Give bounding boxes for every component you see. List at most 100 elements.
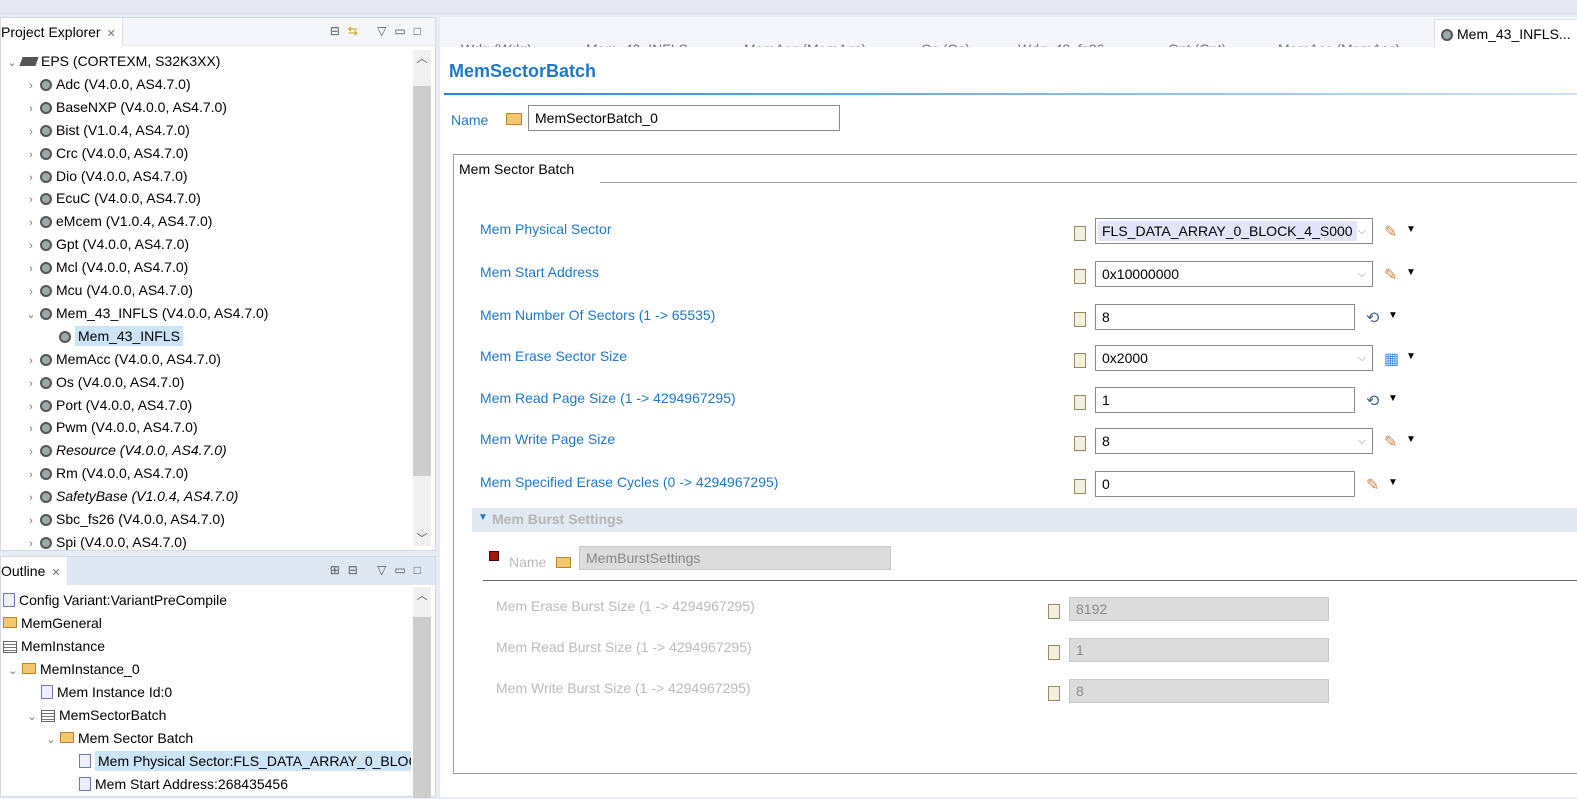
param-input[interactable]: 8 — [1095, 304, 1355, 330]
tree-item[interactable]: › SafetyBase (V1.0.4, AS4.7.0) — [24, 485, 238, 507]
chevron-right-icon[interactable]: › — [24, 487, 38, 509]
tree-item[interactable]: MemInstance — [1, 635, 105, 657]
tree-item[interactable]: › Rm (V4.0.0, AS4.7.0) — [24, 462, 188, 484]
chevron-right-icon[interactable]: › — [24, 212, 38, 234]
link-editor-icon[interactable]: ⇆ — [348, 24, 366, 38]
chevron-down-icon[interactable]: ⌵ — [1358, 346, 1366, 370]
tree-item[interactable]: MemGeneral — [1, 612, 102, 634]
chevron-right-icon[interactable]: › — [24, 464, 38, 486]
dropdown-arrow-icon[interactable]: ▼ — [1406, 224, 1416, 235]
chevron-right-icon[interactable]: › — [24, 144, 38, 166]
name-input[interactable]: MemSectorBatch_0 — [528, 105, 840, 131]
param-combo[interactable]: 0x2000 ⌵ — [1095, 345, 1373, 371]
tree-item[interactable]: › Os (V4.0.0, AS4.7.0) — [24, 371, 184, 393]
chevron-right-icon[interactable]: › — [24, 75, 38, 97]
chevron-right-icon[interactable]: › — [24, 281, 38, 303]
chevron-right-icon[interactable]: › — [24, 167, 38, 189]
tree-item[interactable]: › Mcu (V4.0.0, AS4.7.0) — [24, 279, 193, 301]
chevron-down-icon[interactable]: ⌵ — [1358, 219, 1366, 243]
tree-item[interactable]: › Adc (V4.0.0, AS4.7.0) — [24, 73, 190, 97]
tree-item[interactable]: ⌄ MemInstance_0 — [6, 658, 139, 682]
tree-item[interactable]: › Sbc_fs26 (V4.0.0, AS4.7.0) — [24, 508, 225, 530]
chevron-right-icon[interactable]: › — [24, 533, 38, 550]
chevron-right-icon[interactable]: › — [24, 235, 38, 257]
chevron-right-icon[interactable]: › — [24, 373, 38, 395]
tree-item[interactable]: › Dio (V4.0.0, AS4.7.0) — [24, 165, 187, 189]
dropdown-arrow-icon[interactable]: ▼ — [1388, 393, 1398, 404]
tree-item[interactable]: › Spi (V4.0.0, AS4.7.0) — [24, 531, 187, 550]
scroll-thumb[interactable] — [413, 617, 431, 798]
tree-item[interactable]: Mem Start Address:268435456 — [63, 773, 288, 795]
collapse-all-icon[interactable]: ⊟ — [330, 24, 348, 38]
tree-item[interactable]: › BaseNXP (V4.0.0, AS4.7.0) — [24, 96, 227, 118]
tree-item[interactable]: › eMcem (V1.0.4, AS4.7.0) — [24, 210, 212, 232]
param-combo[interactable]: FLS_DATA_ARRAY_0_BLOCK_4_S000 ⌵ — [1095, 218, 1373, 244]
dropdown-arrow-icon[interactable]: ▼ — [1406, 351, 1416, 362]
dropdown-arrow-icon[interactable]: ▼ — [1388, 477, 1398, 488]
close-icon[interactable]: ✕ — [107, 28, 116, 40]
chevron-right-icon[interactable]: › — [24, 258, 38, 280]
maximize-icon[interactable]: □ — [414, 24, 429, 38]
tab-mem-sector-batch[interactable]: Mem Sector Batch — [453, 154, 603, 184]
minimize-icon[interactable]: ▭ — [394, 24, 413, 38]
tree-item[interactable]: › Pwm (V4.0.0, AS4.7.0) — [24, 416, 197, 440]
tree-item[interactable]: Mem Instance Id:0 — [25, 681, 172, 703]
tab-outline[interactable]: Outline ✕ — [1, 557, 68, 585]
chevron-down-icon[interactable]: ⌄ — [24, 304, 38, 326]
calculator-icon[interactable]: ▦ — [1384, 349, 1399, 369]
expand-all-icon[interactable]: ⊞ — [330, 563, 348, 577]
burst-param-input[interactable]: 1 — [1069, 638, 1329, 662]
scroll-thumb[interactable] — [413, 86, 431, 476]
link-icon[interactable]: ⟲ — [1366, 308, 1379, 328]
chevron-right-icon[interactable]: › — [24, 396, 38, 418]
chevron-down-icon[interactable]: ⌄ — [44, 729, 58, 751]
tab-7[interactable]: Mem_43_INFLS... — [1434, 19, 1577, 50]
chevron-down-icon[interactable]: ⌄ — [6, 660, 20, 682]
chevron-right-icon[interactable]: › — [24, 441, 38, 463]
chevron-down-icon[interactable]: ⌵ — [1358, 429, 1366, 453]
tree-item[interactable]: ⌄ Mem Sector Batch — [44, 727, 193, 749]
view-menu-icon[interactable]: ▽ — [377, 563, 394, 577]
tree-item[interactable]: › Bist (V1.0.4, AS4.7.0) — [24, 119, 190, 141]
edit-formula-icon[interactable]: ✎ — [1384, 265, 1397, 285]
chevron-down-icon[interactable]: ⌄ — [5, 52, 19, 74]
dropdown-arrow-icon[interactable]: ▼ — [1406, 434, 1416, 445]
burst-settings-header[interactable]: ▼ Mem Burst Settings — [472, 508, 1577, 532]
chevron-down-icon[interactable]: ⌄ — [25, 706, 39, 728]
chevron-down-icon[interactable]: ⌵ — [1358, 262, 1366, 286]
collapse-all-icon[interactable]: ⊟ — [348, 563, 366, 577]
tab-project-explorer[interactable]: Project Explorer ✕ — [1, 18, 123, 46]
maximize-icon[interactable]: □ — [414, 563, 429, 577]
edit-formula-icon[interactable]: ✎ — [1384, 222, 1397, 242]
tree-item[interactable]: › Gpt (V4.0.0, AS4.7.0) — [24, 233, 189, 255]
dropdown-arrow-icon[interactable]: ▼ — [1406, 267, 1416, 278]
pencil-icon[interactable]: ✎ — [1384, 432, 1397, 452]
chevron-right-icon[interactable]: › — [24, 510, 38, 532]
burst-param-input[interactable]: 8192 — [1069, 597, 1329, 621]
tree-item[interactable]: › Mcl (V4.0.0, AS4.7.0) — [24, 256, 188, 278]
tree-item[interactable]: › EcuC (V4.0.0, AS4.7.0) — [24, 187, 201, 209]
chevron-right-icon[interactable]: › — [24, 418, 38, 440]
param-combo[interactable]: 8 ⌵ — [1095, 428, 1373, 454]
tree-item[interactable]: Config Variant:VariantPreCompile — [1, 589, 227, 611]
chevron-right-icon[interactable]: › — [24, 350, 38, 372]
scroll-down-icon[interactable]: ﹀ — [413, 530, 431, 546]
chevron-right-icon[interactable]: › — [24, 121, 38, 143]
burst-name-input[interactable]: MemBurstSettings — [579, 546, 891, 570]
chevron-right-icon[interactable]: › — [24, 189, 38, 211]
tree-item[interactable]: ⌄ Mem_43_INFLS (V4.0.0, AS4.7.0) — [24, 302, 268, 324]
param-input[interactable]: 0 — [1095, 471, 1355, 497]
link-icon[interactable]: ⟲ — [1366, 391, 1379, 411]
view-menu-icon[interactable]: ▽ — [377, 24, 394, 38]
tree-item[interactable]: Mem_43_INFLS — [43, 325, 183, 347]
minimize-icon[interactable]: ▭ — [394, 563, 413, 577]
tree-item[interactable]: › Port (V4.0.0, AS4.7.0) — [24, 394, 192, 416]
close-icon[interactable]: ✕ — [51, 567, 60, 579]
tree-item[interactable]: ⌄ EPS (CORTEXM, S32K3XX) — [5, 50, 220, 72]
dropdown-arrow-icon[interactable]: ▼ — [1388, 310, 1398, 321]
param-combo[interactable]: 0x10000000 ⌵ — [1095, 261, 1373, 287]
scroll-up-icon[interactable]: ︿ — [413, 50, 431, 66]
burst-param-input[interactable]: 8 — [1069, 679, 1329, 703]
tree-item[interactable]: › Resource (V4.0.0, AS4.7.0) — [24, 439, 227, 461]
project-tree-scrollbar[interactable]: ︿ ﹀ — [413, 50, 431, 546]
